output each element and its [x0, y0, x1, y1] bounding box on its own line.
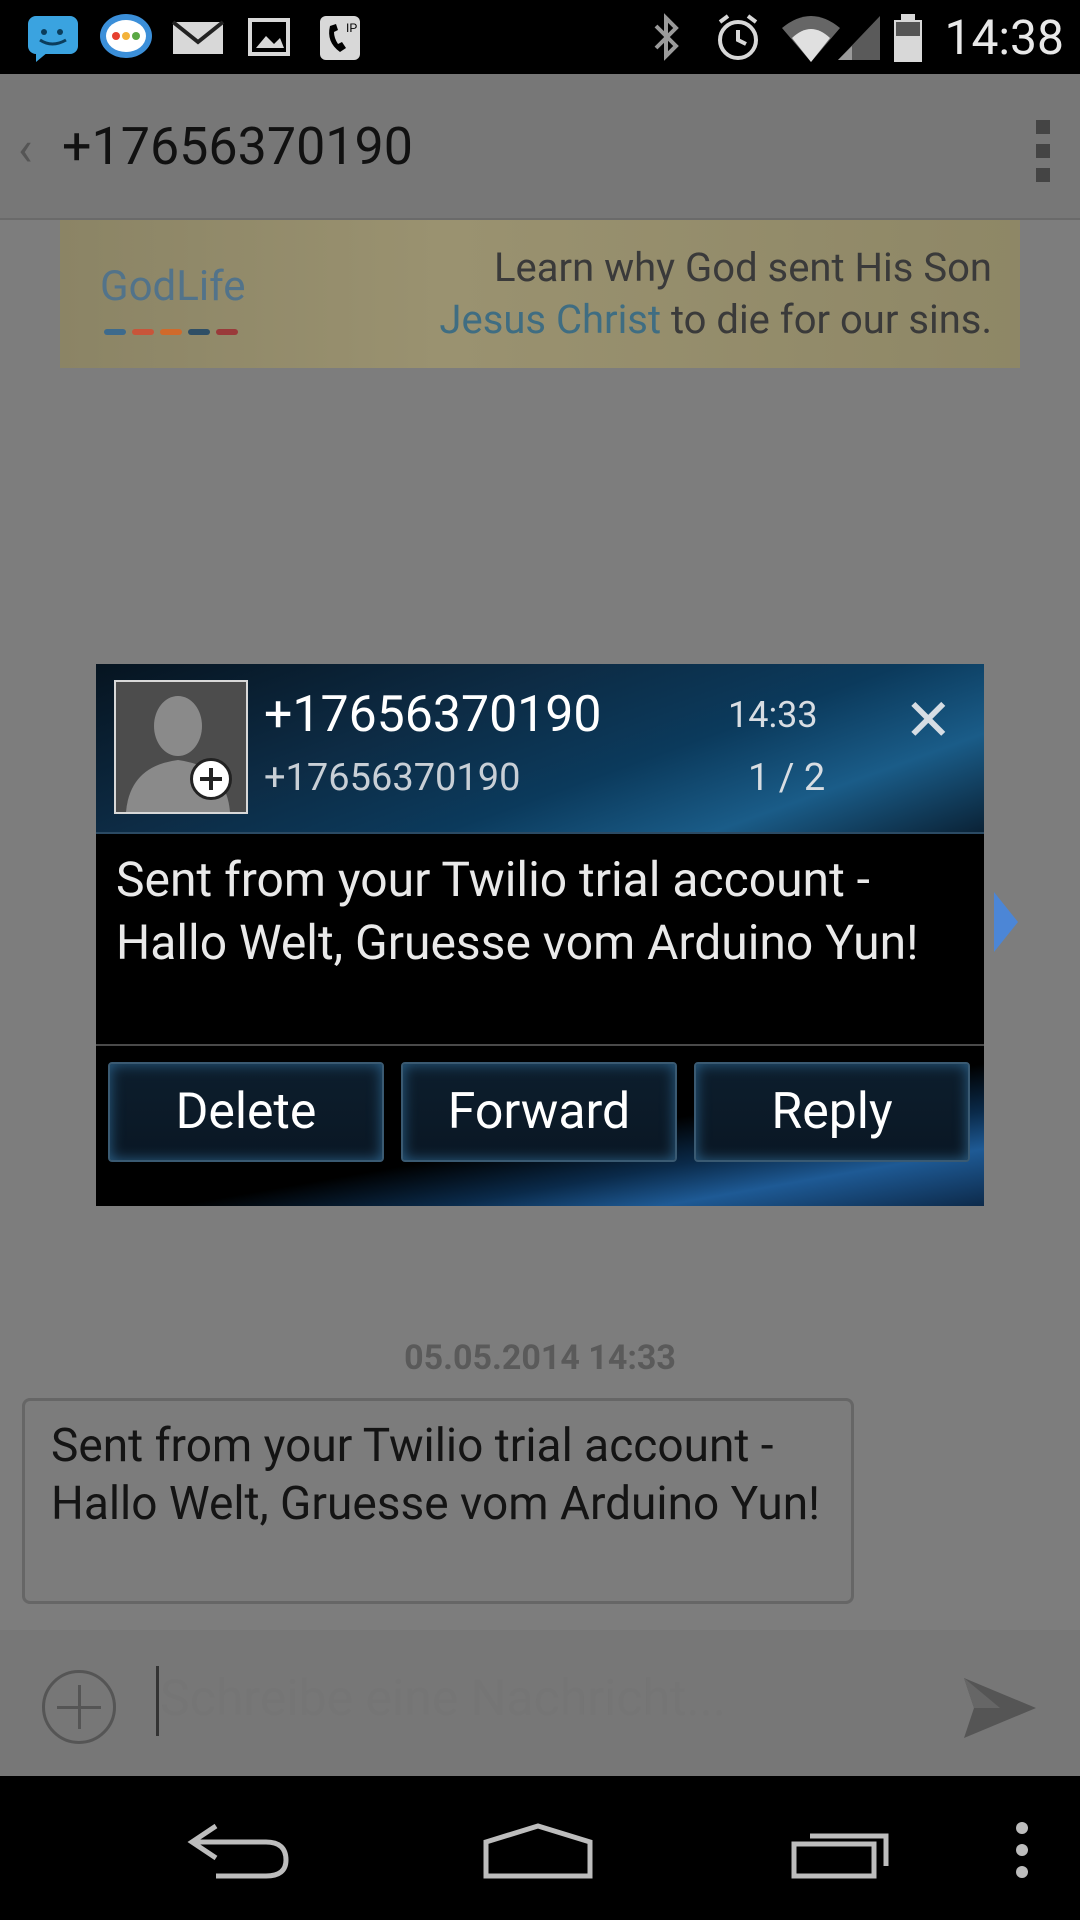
- message-input[interactable]: [160, 1670, 920, 1728]
- delete-button[interactable]: Delete: [108, 1062, 384, 1162]
- app-bar: ‹ +17656370190: [0, 74, 1080, 220]
- ip-phone-icon: IP: [320, 16, 360, 60]
- close-icon[interactable]: ✕: [904, 692, 953, 750]
- svg-text:IP: IP: [346, 21, 357, 35]
- add-contact-icon[interactable]: [190, 758, 232, 800]
- mail-icon: [171, 20, 225, 54]
- forward-button[interactable]: Forward: [401, 1062, 677, 1162]
- ad-logo-dots: [104, 320, 244, 339]
- text-cursor: [156, 1666, 159, 1736]
- back-icon[interactable]: [186, 1820, 292, 1880]
- messenger-icon: [28, 16, 78, 62]
- message-popup: +17656370190 +17656370190 14:33 1 / 2 ✕ …: [96, 664, 984, 1206]
- message-text: Sent from your Twilio trial account - Ha…: [51, 1419, 821, 1531]
- ad-subline: Jesus Christ to die for our sins.: [439, 296, 992, 343]
- wifi-icon: [782, 16, 840, 62]
- next-message-arrow-icon[interactable]: [994, 892, 1018, 952]
- recents-icon[interactable]: [790, 1826, 896, 1880]
- chat-bubble-icon: [100, 14, 152, 58]
- bluetooth-icon: [654, 13, 679, 61]
- back-chevron-icon[interactable]: ‹: [18, 120, 32, 177]
- ad-logo: GodLife: [100, 262, 246, 311]
- composer-bar: [0, 1630, 1080, 1776]
- contact-avatar[interactable]: [114, 680, 248, 814]
- menu-icon[interactable]: [1010, 1816, 1034, 1886]
- popup-time: 14:33: [728, 694, 818, 736]
- popup-sender-number: +17656370190: [264, 756, 521, 800]
- overflow-menu-icon[interactable]: [1036, 120, 1050, 192]
- ad-banner[interactable]: GodLife Learn why God sent His Son Jesus…: [60, 220, 1020, 368]
- popup-button-bar: Delete Forward Reply: [96, 1046, 984, 1206]
- image-icon: [248, 18, 290, 56]
- message-date: 05.05.2014 14:33: [404, 1338, 676, 1378]
- send-icon[interactable]: [960, 1674, 1040, 1742]
- conversation-title[interactable]: +17656370190: [62, 116, 413, 177]
- home-icon[interactable]: [482, 1822, 594, 1880]
- popup-sender-name: +17656370190: [264, 686, 602, 744]
- popup-message-count: 1 / 2: [748, 756, 826, 800]
- popup-message-text: Sent from your Twilio trial account - Ha…: [116, 851, 919, 971]
- status-time: 14:38: [944, 9, 1064, 66]
- battery-icon: [894, 14, 922, 62]
- status-bar: IP 14:38: [0, 0, 1080, 74]
- reply-button[interactable]: Reply: [694, 1062, 970, 1162]
- ad-headline: Learn why God sent His Son: [494, 244, 992, 291]
- add-attachment-button[interactable]: [42, 1670, 116, 1744]
- navigation-bar: [0, 1776, 1080, 1920]
- message-bubble[interactable]: Sent from your Twilio trial account - Ha…: [22, 1398, 854, 1604]
- signal-icon: [838, 16, 880, 60]
- alarm-icon: [718, 14, 758, 60]
- popup-header: +17656370190 +17656370190 14:33 1 / 2 ✕: [96, 664, 984, 834]
